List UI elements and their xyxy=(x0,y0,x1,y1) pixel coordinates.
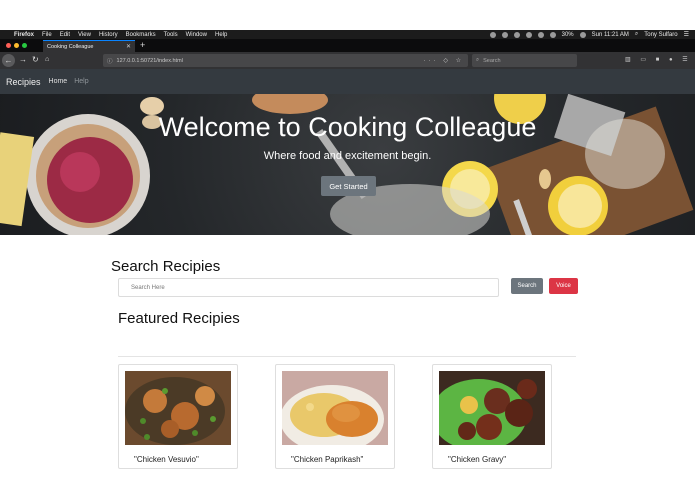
menu-window[interactable]: Window xyxy=(186,32,207,38)
recipe-title[interactable]: "Chicken Gravy" xyxy=(448,455,506,464)
close-icon[interactable]: ✕ xyxy=(126,43,131,50)
forward-icon[interactable]: → xyxy=(19,55,27,65)
tab-title: Cooking Colleague xyxy=(47,43,94,50)
recipe-image[interactable] xyxy=(282,371,388,445)
hero-subtitle: Where food and excitement begin. xyxy=(263,150,432,162)
featured-heading: Featured Recipies xyxy=(118,310,240,327)
get-started-button[interactable]: Get Started xyxy=(321,176,376,196)
battery-status[interactable]: 30% xyxy=(562,32,574,38)
page-actions-icon[interactable]: ··· ◇ ☆ xyxy=(424,57,464,64)
status-icon[interactable] xyxy=(501,31,508,38)
menu-view[interactable]: View xyxy=(78,32,91,38)
voice-button[interactable]: Voice xyxy=(549,278,578,294)
recipe-card[interactable]: "Chicken Vesuvio" xyxy=(118,364,238,469)
minimize-window-icon[interactable] xyxy=(14,43,19,48)
menu-app[interactable]: Firefox xyxy=(14,32,34,38)
macos-menubar: Firefox File Edit View History Bookmarks… xyxy=(0,30,695,39)
recipe-title[interactable]: "Chicken Vesuvio" xyxy=(134,455,199,464)
search-input[interactable]: Search Here xyxy=(118,278,499,297)
status-icon[interactable] xyxy=(489,31,496,38)
menu-help[interactable]: Help xyxy=(215,32,227,38)
divider xyxy=(118,356,576,357)
recipe-image[interactable] xyxy=(439,371,545,445)
menu-edit[interactable]: Edit xyxy=(60,32,70,38)
search-icon: ⌕ xyxy=(476,57,480,63)
menu-file[interactable]: File xyxy=(42,32,52,38)
home-icon[interactable]: ⌂ xyxy=(45,55,49,65)
recipe-image[interactable] xyxy=(125,371,231,445)
url-text[interactable]: 127.0.0.1:50721/index.html xyxy=(117,58,183,64)
wifi-icon[interactable] xyxy=(549,31,556,38)
menu-bookmarks[interactable]: Bookmarks xyxy=(126,32,156,38)
hero-banner: Welcome to Cooking Colleague Where food … xyxy=(0,94,695,235)
reload-icon[interactable]: ↻ xyxy=(32,55,39,65)
spotlight-icon[interactable]: ⌕ xyxy=(635,31,638,38)
zoom-window-icon[interactable] xyxy=(22,43,27,48)
site-brand[interactable]: Recipies xyxy=(6,77,41,87)
search-bar[interactable]: ⌕ Search xyxy=(472,54,577,67)
recipe-card[interactable]: "Chicken Paprikash" xyxy=(275,364,395,469)
site-navbar: Recipies Home Help xyxy=(0,69,695,94)
search-button[interactable]: Search xyxy=(511,278,543,294)
nav-help[interactable]: Help xyxy=(74,78,88,85)
close-window-icon[interactable] xyxy=(6,43,11,48)
clock[interactable]: Sun 11:21 AM xyxy=(592,32,629,38)
back-icon[interactable]: ← xyxy=(2,54,15,67)
toolbar-icons[interactable]: ▥ ▭ ■ ● ☰ xyxy=(625,56,692,63)
hero-title: Welcome to Cooking Colleague xyxy=(158,112,537,142)
new-tab-icon[interactable]: + xyxy=(140,40,145,50)
url-bar[interactable]: ⓘ 127.0.0.1:50721/index.html ··· ◇ ☆ xyxy=(103,54,468,67)
nav-home[interactable]: Home xyxy=(49,78,68,85)
notification-icon[interactable]: ☰ xyxy=(684,31,689,38)
tab-cooking-colleague[interactable]: Cooking Colleague ✕ xyxy=(43,40,135,52)
info-icon[interactable]: ⓘ xyxy=(107,57,113,65)
user-name[interactable]: Tony Sulfaro xyxy=(644,32,677,38)
search-bar-placeholder: Search xyxy=(483,57,501,64)
menu-tools[interactable]: Tools xyxy=(164,32,178,38)
recipe-card[interactable]: "Chicken Gravy" xyxy=(432,364,552,469)
bluetooth-icon[interactable] xyxy=(537,31,544,38)
cloud-icon[interactable] xyxy=(525,31,532,38)
menu-history[interactable]: History xyxy=(99,32,118,38)
search-heading: Search Recipies xyxy=(111,258,221,275)
browser-toolbar: ← → ↻ ⌂ ⓘ 127.0.0.1:50721/index.html ···… xyxy=(0,52,695,69)
recipe-title[interactable]: "Chicken Paprikash" xyxy=(291,455,363,464)
tab-strip: Cooking Colleague ✕ + xyxy=(0,39,695,52)
search-placeholder: Search Here xyxy=(131,284,165,291)
volume-icon[interactable] xyxy=(579,31,586,38)
status-icon[interactable] xyxy=(513,31,520,38)
